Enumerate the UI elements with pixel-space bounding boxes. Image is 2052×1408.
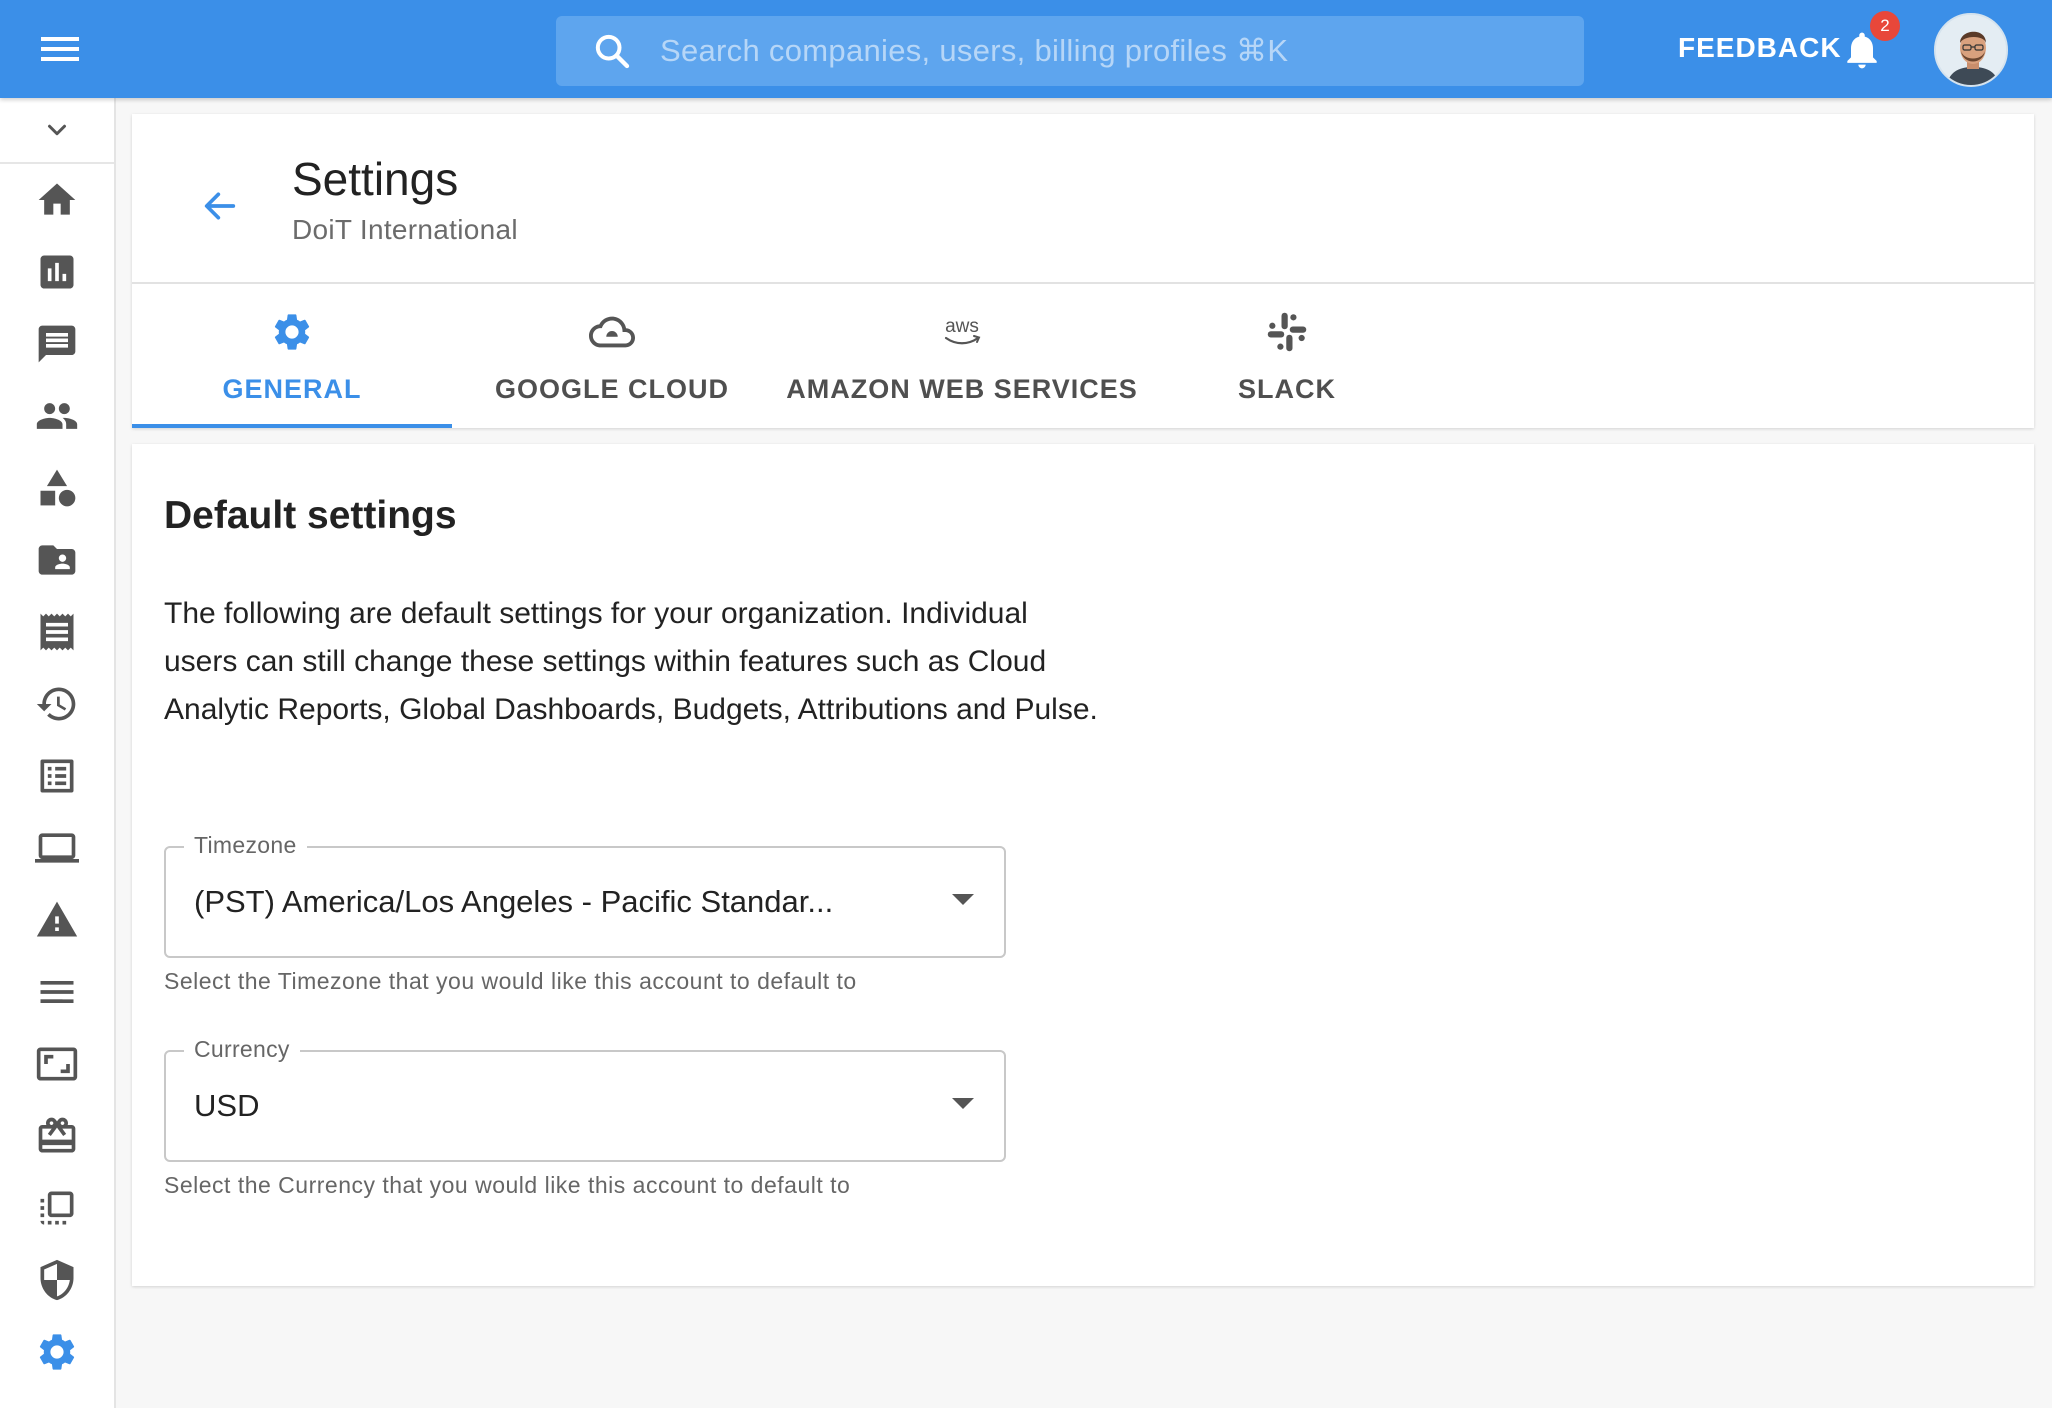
section-title: Default settings: [164, 494, 457, 537]
gear-icon: [268, 308, 316, 356]
tab-label: GENERAL: [222, 374, 362, 404]
back-arrow-icon[interactable]: [188, 174, 252, 238]
analytics-icon[interactable]: [0, 236, 114, 308]
history-icon[interactable]: [0, 668, 114, 740]
sidebar: [0, 98, 116, 1408]
search-input[interactable]: [660, 16, 1584, 86]
list-alt-icon[interactable]: [0, 740, 114, 812]
timezone-select[interactable]: Timezone (PST) America/Los Angeles - Pac…: [164, 832, 1006, 958]
tab-google-cloud[interactable]: GOOGLE CLOUD: [452, 284, 772, 428]
tab-amazon-web-services[interactable]: aws AMAZON WEB SERVICES: [772, 284, 1152, 428]
warning-icon[interactable]: [0, 884, 114, 956]
page-subtitle: DoiT International: [292, 214, 518, 245]
aws-icon: aws: [938, 308, 986, 356]
currency-helper-text: Select the Currency that you would like …: [164, 1172, 851, 1198]
notification-count-badge: 2: [1870, 11, 1900, 41]
settings-icon[interactable]: [0, 1316, 114, 1388]
feedback-button[interactable]: FEEDBACK: [1678, 32, 1842, 64]
transform-icon[interactable]: [0, 1172, 114, 1244]
settings-header-card: Settings DoiT International GENERAL GOOG…: [132, 114, 2034, 428]
menu-icon[interactable]: [38, 31, 82, 67]
shield-icon[interactable]: [0, 1244, 114, 1316]
search-bar[interactable]: [556, 16, 1584, 86]
svg-text:aws: aws: [945, 316, 979, 337]
message-icon[interactable]: [0, 308, 114, 380]
folder-account-icon[interactable]: [0, 524, 114, 596]
timezone-label: Timezone: [184, 832, 307, 859]
currency-select[interactable]: Currency USD: [164, 1036, 1006, 1162]
gift-card-icon[interactable]: [0, 1100, 114, 1172]
section-description: The following are default settings for y…: [164, 597, 1098, 726]
aspect-ratio-icon[interactable]: [0, 1028, 114, 1100]
slack-icon: [1263, 308, 1311, 356]
page-title: Settings: [292, 153, 459, 205]
notes-icon[interactable]: [0, 956, 114, 1028]
chevron-down-icon[interactable]: [0, 98, 114, 164]
search-icon[interactable]: [590, 29, 634, 73]
default-settings-card: Default settings The following are defau…: [132, 444, 2034, 1286]
laptop-icon[interactable]: [0, 812, 114, 884]
tab-label: GOOGLE CLOUD: [495, 374, 729, 404]
dropdown-arrow-icon[interactable]: [952, 894, 974, 905]
timezone-value: (PST) America/Los Angeles - Pacific Stan…: [194, 884, 834, 919]
category-icon[interactable]: [0, 452, 114, 524]
tab-label: AMAZON WEB SERVICES: [786, 374, 1138, 404]
tab-general[interactable]: GENERAL: [132, 284, 452, 428]
currency-value: USD: [194, 1088, 260, 1123]
tab-slack[interactable]: SLACK: [1152, 284, 1422, 428]
cloud-icon: [588, 308, 636, 356]
top-app-bar: FEEDBACK 2: [0, 0, 2052, 98]
dropdown-arrow-icon[interactable]: [952, 1098, 974, 1109]
tab-label: SLACK: [1238, 374, 1336, 404]
currency-label: Currency: [184, 1036, 300, 1063]
receipt-icon[interactable]: [0, 596, 114, 668]
user-avatar[interactable]: [1934, 13, 2008, 87]
people-icon[interactable]: [0, 380, 114, 452]
timezone-helper-text: Select the Timezone that you would like …: [164, 968, 857, 994]
home-icon[interactable]: [0, 164, 114, 236]
